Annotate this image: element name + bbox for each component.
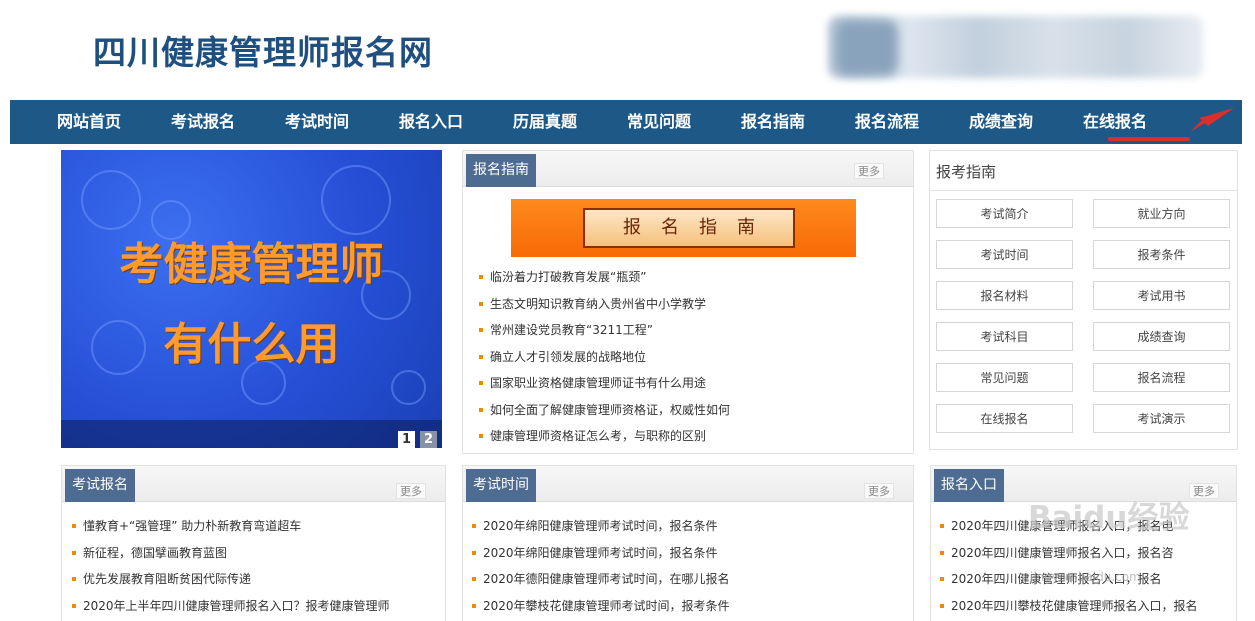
banner-caption-bar	[61, 420, 442, 448]
list-item[interactable]: 健康管理师资格证怎么考，与职称的区别	[479, 423, 899, 450]
nav-item-past-papers[interactable]: 历届真题	[488, 100, 602, 144]
panel-title[interactable]: 考试报名	[65, 469, 135, 502]
site-title[interactable]: 四川健康管理师报名网	[93, 26, 433, 74]
guide-button-score-query[interactable]: 成绩查询	[1093, 322, 1230, 351]
panel-header: 报考指南	[930, 151, 1237, 191]
nav-item-signup-process[interactable]: 报名流程	[830, 100, 944, 144]
panel-header: 报名指南 更多	[463, 151, 913, 187]
more-link[interactable]: 更多	[396, 483, 426, 499]
list-item[interactable]: 2020年四川攀枝花健康管理师报名入口，报名	[940, 593, 1230, 620]
list-item[interactable]: 国家职业资格健康管理师证书有什么用途	[479, 370, 899, 397]
guide-button-requirements[interactable]: 报考条件	[1093, 240, 1230, 269]
more-link[interactable]: 更多	[854, 163, 884, 179]
signup-guide-banner-text: 报名指南	[623, 217, 775, 238]
nav-item-exam-signup[interactable]: 考试报名	[146, 100, 260, 144]
guide-button-books[interactable]: 考试用书	[1093, 281, 1230, 310]
baidu-watermark-url: jingyan.baidu.com	[1030, 570, 1141, 584]
nav-item-signup-guide[interactable]: 报名指南	[716, 100, 830, 144]
list-item[interactable]: 2020年德阳健康管理师考试时间，在哪儿报名	[472, 566, 902, 593]
guide-button-exam-demo[interactable]: 考试演示	[1093, 404, 1230, 433]
list-item[interactable]: 优先发展教育阻断贫困代际传递	[72, 566, 437, 593]
site-header: 四川健康管理师报名网	[0, 0, 1255, 100]
list-item[interactable]: 2020年四川健康管理师报名入口，报名咨	[940, 540, 1230, 567]
signup-guide-banner-frame: 报名指南	[583, 208, 795, 248]
guide-button-process[interactable]: 报名流程	[1093, 363, 1230, 392]
guide-button-exam-intro[interactable]: 考试简介	[936, 199, 1073, 228]
panel-title[interactable]: 考试时间	[466, 469, 536, 502]
banner-slideshow[interactable]: 考健康管理师 有什么用	[61, 150, 442, 448]
signup-guide-panel: 报名指南 更多 报名指南 临汾着力打破教育发展“瓶颈” 生态文明知识教育纳入贵州…	[462, 150, 914, 454]
guide-button-subjects[interactable]: 考试科目	[936, 322, 1073, 351]
signup-guide-list: 临汾着力打破教育发展“瓶颈” 生态文明知识教育纳入贵州省中小学教学 常州建设党员…	[479, 264, 899, 450]
annotation-arrow-icon	[1190, 108, 1234, 132]
more-link[interactable]: 更多	[1189, 483, 1219, 499]
banner-headline-line2: 有什么用	[163, 319, 340, 370]
exam-time-panel: 考试时间 更多 2020年绵阳健康管理师考试时间，报名条件 2020年绵阳健康管…	[462, 465, 914, 621]
panel-header: 考试时间 更多	[463, 466, 913, 502]
exam-signup-panel: 考试报名 更多 懂教育+“强管理” 助力朴新教育弯道超车 新征程，德国擘画教育蓝…	[61, 465, 446, 621]
guide-button-faq[interactable]: 常见问题	[936, 363, 1073, 392]
exam-signup-list: 懂教育+“强管理” 助力朴新教育弯道超车 新征程，德国擘画教育蓝图 优先发展教育…	[72, 513, 437, 619]
list-item[interactable]: 2020年攀枝花健康管理师考试时间，报考条件	[472, 593, 902, 620]
signup-entry-panel: 报名入口 更多 2020年四川健康管理师报名入口，报名电 2020年四川健康管理…	[930, 465, 1237, 621]
panel-title: 报考指南	[936, 163, 997, 181]
nav-item-signup-entry[interactable]: 报名入口	[374, 100, 488, 144]
main-nav: 网站首页 考试报名 考试时间 报名入口 历届真题 常见问题 报名指南 报名流程 …	[10, 100, 1242, 144]
signup-guide-banner[interactable]: 报名指南	[511, 199, 856, 257]
banner-headline-line1: 考健康管理师	[119, 239, 384, 290]
list-item[interactable]: 2020年上半年四川健康管理师报名入口？报考健康管理师	[72, 593, 437, 620]
list-item[interactable]: 2020年绵阳健康管理师考试时间，报名条件	[472, 540, 902, 567]
panel-title[interactable]: 报名入口	[934, 469, 1004, 502]
list-item[interactable]: 生态文明知识教育纳入贵州省中小学教学	[479, 291, 899, 318]
nav-item-home[interactable]: 网站首页	[32, 100, 146, 144]
guide-button-online-signup[interactable]: 在线报名	[936, 404, 1073, 433]
nav-item-exam-time[interactable]: 考试时间	[260, 100, 374, 144]
guide-button-materials[interactable]: 报名材料	[936, 281, 1073, 310]
blurred-logo-mark	[836, 20, 898, 76]
list-item[interactable]: 确立人才引领发展的战略地位	[479, 344, 899, 371]
guide-button-exam-time[interactable]: 考试时间	[936, 240, 1073, 269]
panel-title[interactable]: 报名指南	[466, 154, 536, 187]
exam-time-list: 2020年绵阳健康管理师考试时间，报名条件 2020年绵阳健康管理师考试时间，报…	[472, 513, 902, 619]
panel-header: 考试报名 更多	[62, 466, 445, 502]
list-item[interactable]: 2020年绵阳健康管理师考试时间，报名条件	[472, 513, 902, 540]
more-link[interactable]: 更多	[864, 483, 894, 499]
list-item[interactable]: 临汾着力打破教育发展“瓶颈”	[479, 264, 899, 291]
list-item[interactable]: 懂教育+“强管理” 助力朴新教育弯道超车	[72, 513, 437, 540]
list-item[interactable]: 常州建设党员教育“3211工程”	[479, 317, 899, 344]
list-item[interactable]: 新征程，德国擘画教育蓝图	[72, 540, 437, 567]
list-item[interactable]: 如何全面了解健康管理师资格证，权威性如何	[479, 397, 899, 424]
nav-item-score-query[interactable]: 成绩查询	[944, 100, 1058, 144]
guide-button-career[interactable]: 就业方向	[1093, 199, 1230, 228]
slide-page-2[interactable]: 2	[420, 431, 437, 448]
slide-page-1[interactable]: 1	[398, 431, 415, 448]
baidu-watermark: Baidu经验	[1028, 500, 1190, 536]
highlight-underline	[1108, 137, 1190, 141]
nav-item-faq[interactable]: 常见问题	[602, 100, 716, 144]
exam-guide-panel: 报考指南 考试简介 就业方向 考试时间 报考条件 报名材料 考试用书 考试科目 …	[929, 150, 1238, 450]
